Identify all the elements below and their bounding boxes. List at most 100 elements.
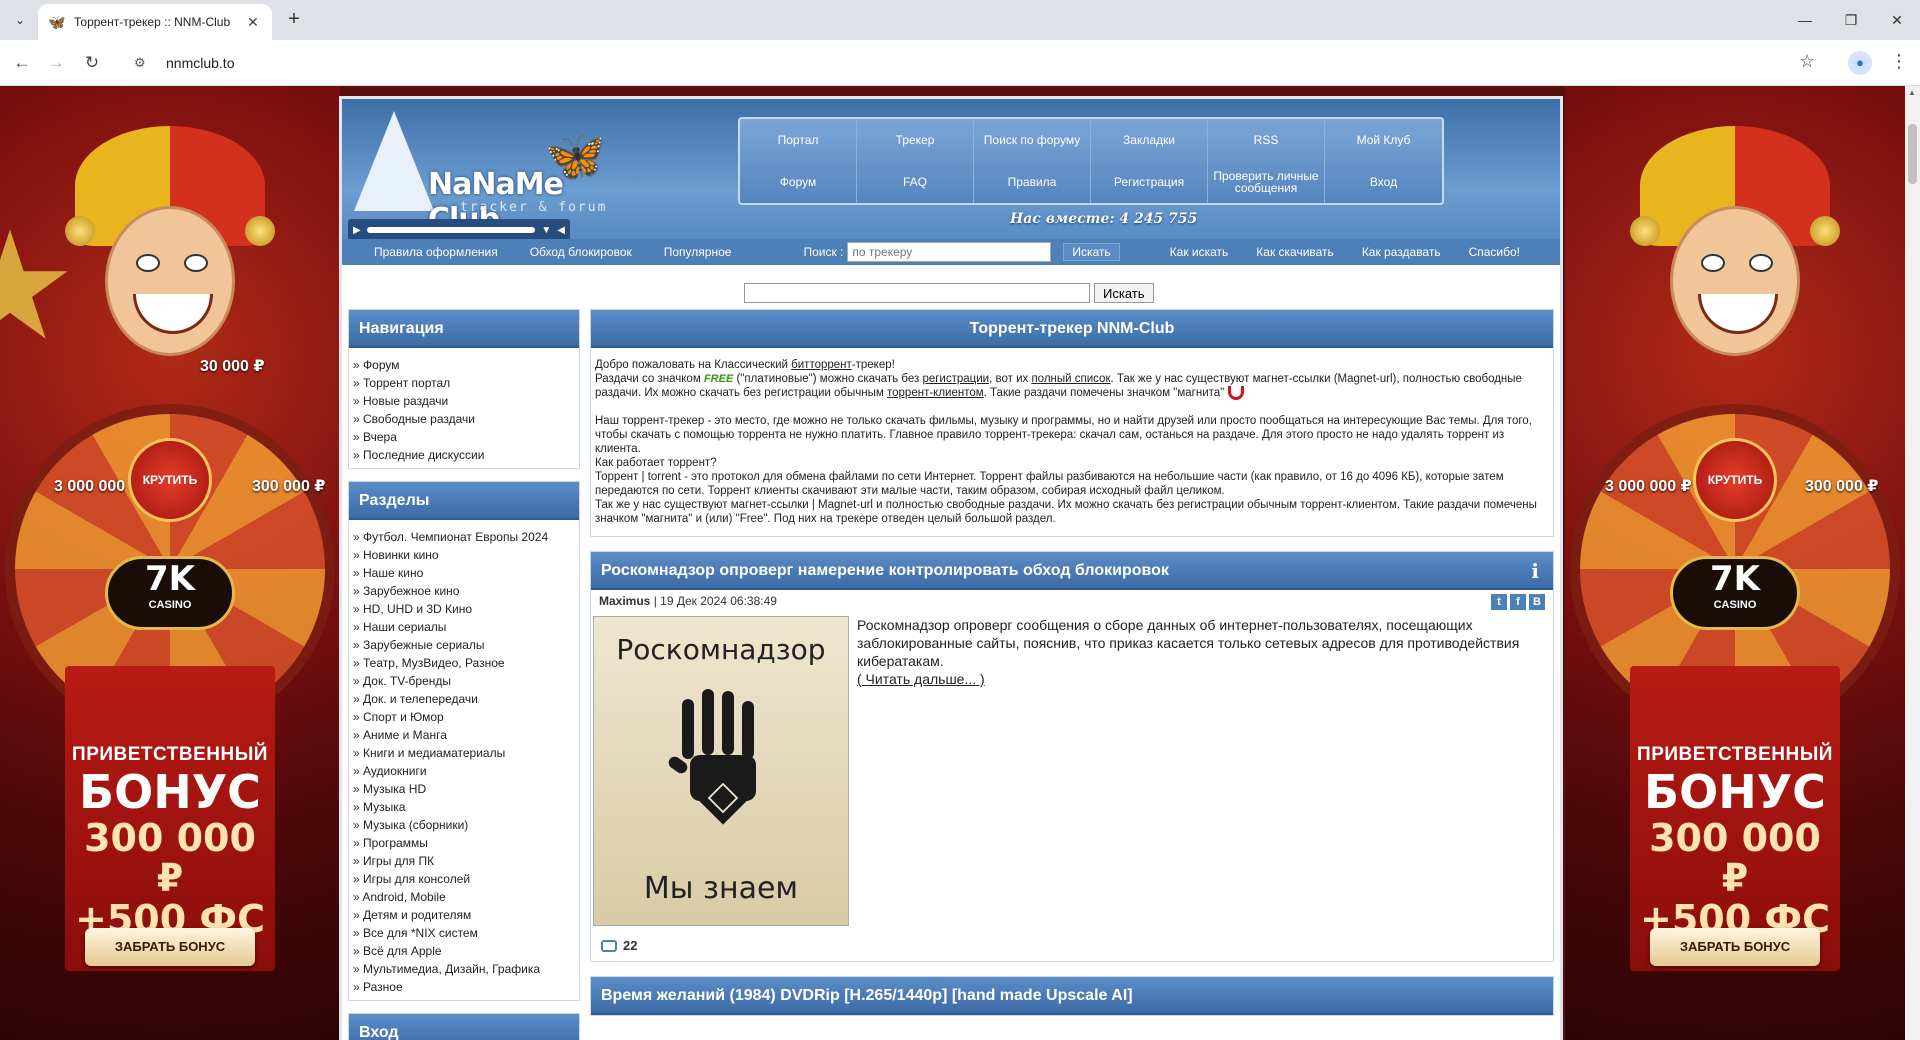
section-item[interactable]: Музыка HD [353,780,575,798]
spin-button[interactable]: КРУТИТЬ [128,438,212,522]
global-search-input[interactable] [744,283,1090,303]
chevron-down-icon[interactable]: ▼ [541,225,551,236]
site-info-icon[interactable]: ⚙ [134,55,154,71]
minimize-icon[interactable]: — [1790,8,1820,32]
twitter-share-icon[interactable]: t [1491,594,1507,611]
section-item[interactable]: Программы [353,834,575,852]
section-item[interactable]: Новинки кино [353,546,575,564]
nav-portal[interactable]: Портал [740,119,857,161]
global-search-button[interactable]: Искать [1094,283,1154,303]
section-item[interactable]: Детям и родителям [353,906,575,924]
vk-share-icon[interactable]: B [1529,594,1545,611]
close-window-icon[interactable]: ✕ [1882,8,1912,32]
page-scrollbar[interactable]: ▲ [1905,86,1920,1040]
nav-my-club[interactable]: Мой Клуб [1325,119,1442,161]
link-popular[interactable]: Популярное [664,245,732,259]
back-arrow-icon[interactable]: ← [10,51,34,75]
section-item[interactable]: Зарубежное кино [353,582,575,600]
torrent-client-link[interactable]: торрент-клиентом [887,387,984,399]
link-how-seed[interactable]: Как раздавать [1362,245,1441,259]
bittorrent-link[interactable]: битторрент [791,359,852,371]
read-more-link[interactable]: ( Читать дальше... ) [857,671,985,687]
section-item[interactable]: Зарубежные сериалы [353,636,575,654]
link-bypass[interactable]: Обход блокировок [530,245,632,259]
nav-check-messages[interactable]: Проверить личные сообщения [1208,161,1325,203]
section-item[interactable]: Театр, МузВидео, Разное [353,654,575,672]
tracker-search-input[interactable] [847,242,1052,262]
forward-arrow-icon[interactable]: → [44,51,68,75]
registration-link[interactable]: регистрации [922,373,989,385]
nav-tracker[interactable]: Трекер [857,119,974,161]
scroll-up-icon[interactable]: ▲ [1908,88,1916,97]
site-logo[interactable]: 🦋 NaNaMe Club tracker & forum [348,101,633,237]
section-item[interactable]: Футбол. Чемпионат Европы 2024 [353,528,575,546]
navigation-item[interactable]: Свободные раздачи [353,410,575,428]
navigation-item[interactable]: Торрент портал [353,374,575,392]
navigation-item[interactable]: Форум [353,356,575,374]
section-item[interactable]: Наши сериалы [353,618,575,636]
casino-ad-right[interactable]: 3 000 000 ₽ 300 000 ₽ КРУТИТЬ 7K CASINO … [1565,86,1905,1040]
section-item[interactable]: Книги и медиаматериалы [353,744,575,762]
link-rules[interactable]: Правила оформления [374,245,498,259]
news-author[interactable]: Maximus [599,594,650,608]
player-progress[interactable] [366,227,536,233]
restore-icon[interactable]: ❐ [1836,8,1866,32]
audio-player[interactable]: ▶ ▼ ◀ [348,219,570,241]
section-item[interactable]: Игры для консолей [353,870,575,888]
section-item[interactable]: Док. TV-бренды [353,672,575,690]
section-item[interactable]: Аниме и Манга [353,726,575,744]
close-tab-icon[interactable]: ✕ [244,13,262,31]
nav-rss[interactable]: RSS [1208,119,1325,161]
spin-button[interactable]: КРУТИТЬ [1693,438,1777,522]
profile-avatar-icon[interactable]: ● [1848,51,1872,75]
section-item[interactable]: Всё для Apple [353,942,575,960]
section-item[interactable]: Док. и телепередачи [353,690,575,708]
link-how-download[interactable]: Как скачивать [1256,245,1334,259]
section-item[interactable]: Музыка [353,798,575,816]
browser-tab[interactable]: 🦋 Торрент-трекер :: NNM-Club ✕ [38,4,272,40]
nav-forum-search[interactable]: Поиск по форуму [974,119,1091,161]
address-bar[interactable]: ⚙ nnmclub.to [124,47,1814,79]
navigation-item[interactable]: Последние дискуссии [353,446,575,464]
section-item[interactable]: Спорт и Юмор [353,708,575,726]
section-item[interactable]: Игры для ПК [353,852,575,870]
section-item[interactable]: Разное [353,978,575,996]
get-bonus-button[interactable]: ЗАБРАТЬ БОНУС [85,928,255,966]
reload-icon[interactable]: ↻ [80,51,104,75]
section-item[interactable]: HD, UHD и 3D Кино [353,600,575,618]
tracker-search-button[interactable]: Искать [1063,243,1120,261]
news-title-text[interactable]: Роскомнадзор опроверг намерение контроли… [601,562,1169,579]
news2-title-text[interactable]: Время желаний (1984) DVDRip [H.265/1440p… [601,987,1133,1004]
casino-ad-left[interactable]: ★ 3 000 000 ₽ 300 000 ₽ 30 000 ₽ КРУТИТЬ… [0,86,340,1040]
news2-title[interactable]: Время желаний (1984) DVDRip [H.265/1440p… [591,977,1553,1016]
facebook-share-icon[interactable]: f [1510,594,1526,611]
scrollbar-thumb[interactable] [1908,124,1917,184]
news-title[interactable]: Роскомнадзор опроверг намерение контроли… [591,552,1553,591]
bookmark-star-icon[interactable]: ☆ [1799,51,1815,72]
section-item[interactable]: Мультимедиа, Дизайн, Графика [353,960,575,978]
menu-dots-icon[interactable]: ⋮ [1890,51,1908,72]
new-tab-button[interactable]: + [282,8,306,32]
nav-login[interactable]: Вход [1325,161,1442,203]
full-list-link[interactable]: полный список [1031,373,1110,385]
link-thanks[interactable]: Спасибо! [1469,245,1520,259]
volume-icon[interactable]: ◀ [557,225,565,236]
section-item[interactable]: Android, Mobile [353,888,575,906]
nav-faq[interactable]: FAQ [857,161,974,203]
navigation-item[interactable]: Новые раздачи [353,392,575,410]
nav-rules[interactable]: Правила [974,161,1091,203]
play-icon[interactable]: ▶ [353,225,361,236]
section-item[interactable]: Музыка (сборники) [353,816,575,834]
nav-bookmarks[interactable]: Закладки [1091,119,1208,161]
comments[interactable]: 22 [591,930,1553,961]
info-icon[interactable]: i [1531,552,1539,590]
link-how-search[interactable]: Как искать [1170,245,1229,259]
navigation-item[interactable]: Вчера [353,428,575,446]
nav-registration[interactable]: Регистрация [1091,161,1208,203]
section-item[interactable]: Аудиокниги [353,762,575,780]
tab-search-chevron-icon[interactable]: ⌄ [8,8,32,32]
news-image[interactable]: Роскомнадзор Мы знаем [593,616,849,927]
section-item[interactable]: Наше кино [353,564,575,582]
section-item[interactable]: Все для *NIX систем [353,924,575,942]
nav-forum[interactable]: Форум [740,161,857,203]
